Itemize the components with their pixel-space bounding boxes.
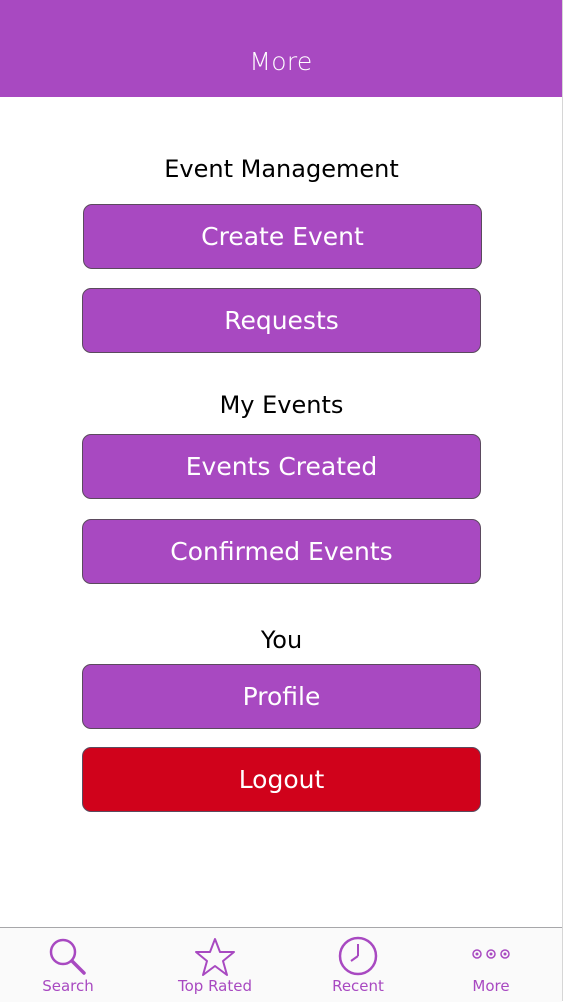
tab-recent-label: Recent bbox=[332, 977, 384, 995]
tab-more[interactable]: More bbox=[441, 928, 541, 1002]
section-title-my-events: My Events bbox=[219, 391, 344, 419]
star-icon bbox=[193, 936, 237, 982]
tab-search[interactable]: Search bbox=[18, 928, 118, 1002]
tab-more-label: More bbox=[472, 977, 510, 995]
logout-button[interactable]: Logout bbox=[82, 747, 481, 812]
create-event-button[interactable]: Create Event bbox=[83, 204, 482, 269]
more-icon bbox=[469, 946, 513, 965]
tab-top-rated[interactable]: Top Rated bbox=[165, 928, 265, 1002]
tab-bar: Search Top Rated Recent More bbox=[0, 927, 562, 1002]
page-title: More bbox=[249, 47, 313, 76]
tab-top-rated-label: Top Rated bbox=[178, 977, 252, 995]
section-title-event-management: Event Management bbox=[164, 155, 399, 183]
confirmed-events-button[interactable]: Confirmed Events bbox=[82, 519, 481, 584]
tab-recent[interactable]: Recent bbox=[308, 928, 408, 1002]
tab-search-label: Search bbox=[42, 977, 94, 995]
requests-button[interactable]: Requests bbox=[82, 288, 481, 353]
events-created-button[interactable]: Events Created bbox=[82, 434, 481, 499]
clock-icon bbox=[336, 936, 380, 982]
search-icon bbox=[46, 936, 90, 982]
profile-button[interactable]: Profile bbox=[82, 664, 481, 729]
section-title-you: You bbox=[260, 626, 303, 654]
nav-bar: More bbox=[0, 0, 562, 97]
